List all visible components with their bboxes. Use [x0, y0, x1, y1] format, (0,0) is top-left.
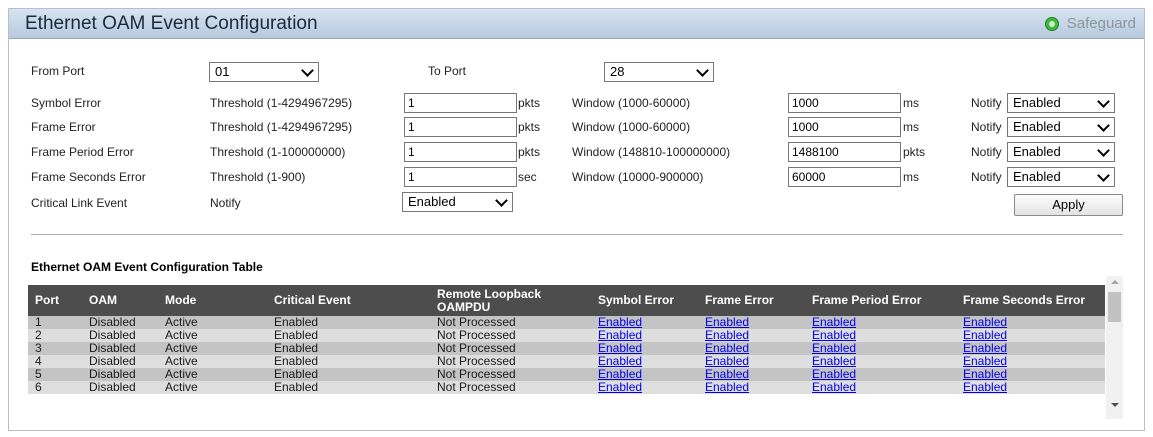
col-header-frame-error: Frame Error — [705, 293, 774, 307]
table-header-row: Port OAM Mode Critical Event Remote Loop… — [28, 285, 1105, 316]
window-unit: ms — [903, 120, 919, 134]
table-scrollbar[interactable] — [1106, 276, 1123, 419]
chevron-down-icon — [1097, 144, 1110, 157]
col-header-symbol-error: Symbol Error — [598, 293, 675, 307]
critical-notify-select[interactable]: Enabled — [402, 192, 513, 212]
to-port-select[interactable]: 28 — [604, 62, 714, 82]
window-input[interactable]: 1488100 — [788, 142, 901, 162]
to-port-value: 28 — [610, 64, 625, 79]
table-body: 1 Disabled Active Enabled Not Processed Enabl… — [28, 316, 1105, 394]
threshold-unit: sec — [518, 170, 537, 184]
event-name: Frame Period Error — [31, 145, 134, 159]
window-label: Window (148810-100000000) — [572, 145, 731, 159]
notify-select[interactable]: Enabled — [1007, 167, 1115, 187]
cell-frame-error-link[interactable]: Enabled — [705, 381, 749, 394]
threshold-input[interactable]: 1 — [404, 142, 517, 162]
notify-select[interactable]: Enabled — [1007, 142, 1115, 162]
cell-symbol-error-link[interactable]: Enabled — [598, 381, 642, 394]
col-header-mode: Mode — [165, 293, 197, 307]
event-name: Symbol Error — [31, 96, 102, 110]
notify-value: Enabled — [1013, 95, 1061, 110]
window-label: Window (10000-900000) — [572, 170, 704, 184]
event-name: Frame Seconds Error — [31, 170, 146, 184]
section-divider — [31, 234, 1123, 236]
threshold-label: Threshold (1-4294967295) — [210, 120, 353, 134]
threshold-unit: pkts — [518, 120, 541, 134]
cell-port: 6 — [35, 380, 42, 394]
window-unit: pkts — [903, 145, 926, 159]
cell-remote-loopback: Not Processed — [437, 380, 516, 394]
safeguard-indicator[interactable]: Safeguard — [1044, 15, 1136, 32]
window-unit: ms — [903, 96, 919, 110]
chevron-down-icon — [495, 194, 508, 207]
safeguard-label: Safeguard — [1066, 15, 1136, 32]
chevron-down-icon — [1097, 95, 1110, 108]
cell-critical-event: Enabled — [274, 380, 319, 394]
event-name: Frame Error — [31, 120, 96, 134]
table-row: 6 Disabled Active Enabled Not Processed Enabl… — [28, 381, 1105, 394]
threshold-input[interactable]: 1 — [404, 93, 517, 113]
cell-oam: Disabled — [89, 380, 136, 394]
notify-label: Notify — [971, 170, 1002, 184]
cell-mode: Active — [165, 380, 198, 394]
window-input[interactable]: 60000 — [788, 167, 901, 187]
from-port-select[interactable]: 01 — [209, 62, 319, 82]
notify-label: Notify — [971, 145, 1002, 159]
notify-value: Enabled — [1013, 169, 1061, 184]
chevron-down-icon — [1097, 169, 1110, 182]
critical-notify-value: Enabled — [408, 194, 456, 209]
cell-frame-seconds-error-link[interactable]: Enabled — [963, 381, 1007, 394]
event-config-table: Port OAM Mode Critical Event Remote Loop… — [28, 285, 1105, 394]
col-header-port: Port — [35, 293, 59, 307]
col-header-critical-event: Critical Event — [274, 293, 351, 307]
title-bar: Ethernet OAM Event Configuration Safegua… — [9, 9, 1144, 39]
scroll-up-icon[interactable] — [1111, 280, 1119, 284]
scroll-thumb[interactable] — [1108, 292, 1121, 322]
threshold-unit: pkts — [518, 145, 541, 159]
notify-label: Notify — [971, 96, 1002, 110]
col-header-frame-seconds-error: Frame Seconds Error — [963, 293, 1086, 307]
window-unit: ms — [903, 170, 919, 184]
scroll-down-icon[interactable] — [1111, 403, 1119, 407]
apply-button[interactable]: Apply — [1014, 194, 1123, 216]
notify-select[interactable]: Enabled — [1007, 117, 1115, 137]
critical-notify-label: Notify — [210, 196, 241, 210]
cell-frame-period-error-link[interactable]: Enabled — [812, 381, 856, 394]
table-title: Ethernet OAM Event Configuration Table — [31, 260, 263, 274]
col-header-oam: OAM — [89, 293, 117, 307]
threshold-label: Threshold (1-4294967295) — [210, 96, 353, 110]
notify-select[interactable]: Enabled — [1007, 93, 1115, 113]
threshold-unit: pkts — [518, 96, 541, 110]
window-input[interactable]: 1000 — [788, 93, 901, 113]
window-input[interactable]: 1000 — [788, 117, 901, 137]
from-port-value: 01 — [215, 64, 230, 79]
threshold-label: Threshold (1-100000000) — [210, 145, 346, 159]
notify-label: Notify — [971, 120, 1002, 134]
chevron-down-icon — [301, 64, 314, 77]
notify-value: Enabled — [1013, 119, 1061, 134]
threshold-input[interactable]: 1 — [404, 167, 517, 187]
to-port-label: To Port — [428, 64, 467, 78]
col-header-remote-loopback: Remote Loopback OAMPDU — [437, 286, 542, 314]
from-port-label: From Port — [31, 64, 85, 78]
notify-value: Enabled — [1013, 144, 1061, 159]
window-label: Window (1000-60000) — [572, 96, 691, 110]
chevron-down-icon — [1097, 119, 1110, 132]
critical-link-label: Critical Link Event — [31, 196, 128, 210]
safeguard-icon — [1044, 16, 1059, 31]
window-label: Window (1000-60000) — [572, 120, 691, 134]
threshold-input[interactable]: 1 — [404, 117, 517, 137]
threshold-label: Threshold (1-900) — [210, 170, 306, 184]
col-header-frame-period-error: Frame Period Error — [812, 293, 922, 307]
chevron-down-icon — [696, 64, 709, 77]
page-title: Ethernet OAM Event Configuration — [25, 13, 318, 34]
